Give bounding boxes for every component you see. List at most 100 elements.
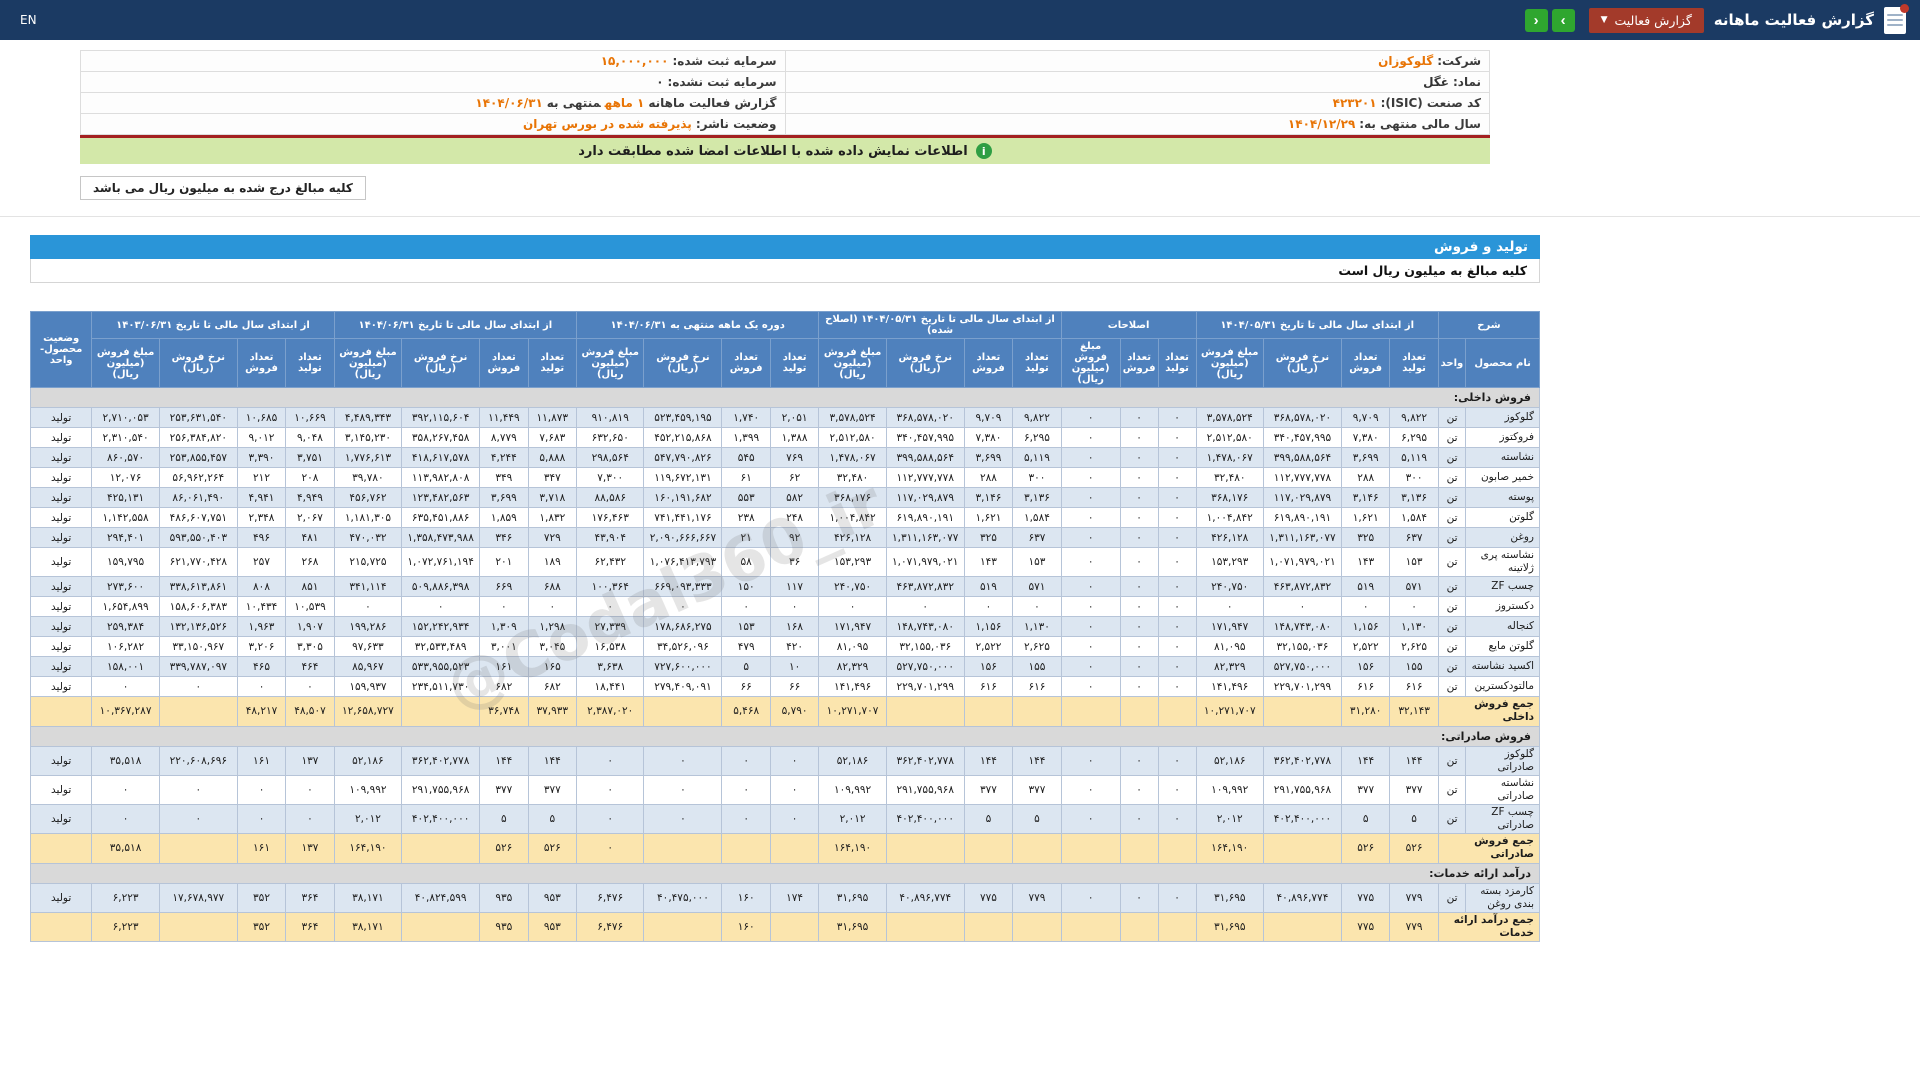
cell-value: ۳,۰۰۱ — [479, 636, 529, 658]
cell-value: ۳۶۲,۴۰۲,۷۷۸ — [885, 745, 965, 776]
report-type-dropdown[interactable]: گزارش فعالیت ▼ — [1588, 7, 1704, 33]
cell-value: ۴,۲۴۴ — [479, 447, 529, 468]
column-header: نرخ فروش (ریال) — [1262, 338, 1342, 388]
cell-value: ۳۶۲,۴۰۲,۷۷۸ — [1262, 745, 1342, 776]
cell-value — [401, 911, 481, 943]
info-label: سال مالی منتهی به: — [1359, 117, 1481, 131]
cell-value: ۰ — [1389, 596, 1439, 618]
cell-value: ۱۰,۲۷۱,۷۰۷ — [1195, 696, 1264, 727]
cell-value: ۵۳۳,۹۵۵,۵۲۳ — [401, 656, 481, 678]
info-label: کد صنعت (ISIC): — [1380, 96, 1481, 110]
cell-value: ۱۶۵ — [527, 656, 578, 678]
column-header: از ابتدای سال مالی تا تاریخ ۱۴۰۳/۰۶/۳۱ — [91, 311, 335, 339]
cell-value: ۳۹۲,۱۱۵,۶۰۴ — [401, 407, 481, 428]
cell-value — [1262, 696, 1342, 727]
company-info-cell: نماد:غگل — [784, 71, 1490, 93]
cell-value: ۹۱۰,۸۱۹ — [576, 407, 645, 428]
cell-value: ۱۴۳ — [963, 546, 1014, 578]
cell-unit: تن — [1437, 676, 1467, 698]
cell-value: ۰ — [1060, 596, 1121, 618]
banner-text: اطلاعات نمایش داده شده با اطلاعات امضا ش… — [578, 143, 968, 159]
cell-value: ۱۱,۴۴۹ — [479, 407, 529, 428]
column-header: تعداد فروش — [1340, 338, 1391, 388]
cell-value: ۰ — [1060, 774, 1121, 806]
cell-value: ۳۶ — [769, 546, 820, 578]
cell-value: ۰ — [1157, 546, 1197, 578]
cell-value: ۱,۳۰۹ — [479, 616, 529, 638]
cell-value — [401, 833, 481, 864]
cell-value: ۰ — [1119, 447, 1159, 468]
cell-value: ۰ — [1157, 527, 1197, 548]
cell-value: ۴۹۶ — [236, 527, 287, 548]
cell-value: ۶۱۶ — [963, 676, 1014, 698]
column-header: از ابتدای سال مالی تا تاریخ ۱۴۰۴/۰۶/۳۱ — [333, 311, 578, 339]
cell-value: ۸۲,۳۲۹ — [818, 656, 887, 678]
cell-value: ۲۵۷ — [236, 546, 287, 578]
cell-value: ۰ — [1060, 745, 1121, 776]
cell-value: ۸۶۰,۵۷۰ — [91, 447, 160, 468]
cell-value: ۰ — [1157, 803, 1197, 835]
cell-product-name: نشاسته صادراتی — [1465, 774, 1540, 806]
cell-value: ۲۰۱ — [479, 546, 529, 578]
cell-value: ۶۸۸ — [527, 576, 578, 598]
cell-value: ۲۵۶,۳۸۴,۸۲۰ — [158, 427, 238, 448]
company-info-row: شرکت:گلوکوزان سرمایه ثبت شده:۱۵,۰۰۰,۰۰۰ — [80, 50, 1490, 72]
cell-value: ۴,۹۴۹ — [285, 487, 335, 508]
cell-product-name: چسب ZF صادراتی — [1465, 803, 1540, 835]
table-row: چسب ZF صادراتی تن ۵ ۵ ۴۰۲,۴۰۰,۰۰۰ ۲,۰۱۲ ۰ ۰ ۰ ۵ ۵ ۴… — [29, 803, 1540, 835]
cell-product-name: جمع فروش صادراتی — [1437, 833, 1541, 864]
cell-value: ۱۵۵ — [1012, 656, 1062, 678]
cell-value: ۷۲۹ — [527, 527, 578, 548]
cell-value: ۰ — [1157, 427, 1197, 448]
column-header: تعداد تولید — [1157, 338, 1197, 388]
cell-value: ۶۶ — [721, 676, 771, 698]
cell-value: ۱۶۰,۱۹۱,۶۸۲ — [643, 487, 723, 508]
language-toggle-en[interactable]: EN — [14, 13, 43, 27]
cell-value: ۲,۳۸۷,۰۲۰ — [576, 696, 645, 727]
cell-unit: تن — [1437, 774, 1467, 806]
column-header: تعداد فروش — [479, 338, 529, 388]
cell-unit: تن — [1437, 882, 1467, 913]
cell-value: ۱۱۳,۹۸۲,۸۰۸ — [401, 467, 481, 488]
table-row: دکستروز تن ۰ ۰ ۰ ۰ ۰ ۰ ۰ ۰ ۰ ۰ ۰ ۰ ۰ ۰ ۰ ۰ ۰ ۰ ۰ ۱۰,۵۳۹ ۱۰,۴۳۴… — [29, 596, 1540, 618]
cell-value: ۹,۸۲۲ — [1012, 407, 1062, 428]
prev-report-button[interactable]: ‹ — [1524, 8, 1548, 32]
cell-value: ۱۱۲,۷۷۷,۷۷۸ — [885, 467, 965, 488]
report-body: تولید و فروش کلیه مبالغ به میلیون ریال ا… — [29, 235, 1541, 943]
cell-value: ۱۵۶ — [1340, 656, 1391, 678]
cell-value: ۳۱,۶۹۵ — [1195, 882, 1264, 913]
column-header: نرخ فروش (ریال) — [158, 338, 238, 388]
amounts-note-row: کلیه مبالغ درج شده به میلیون ریال می باش… — [80, 176, 1490, 200]
cell-value: ۰ — [769, 803, 820, 835]
cell-value: ۶۶ — [769, 676, 820, 698]
cell-value: ۲۲۰,۶۰۸,۶۹۶ — [158, 745, 238, 776]
cell-value: ۷,۶۸۳ — [527, 427, 578, 448]
cell-unit: تن — [1437, 507, 1467, 528]
cell-value: ۳,۱۳۶ — [1012, 487, 1062, 508]
cell-value: ۰ — [576, 745, 645, 776]
cell-value: ۰ — [1012, 596, 1062, 618]
cell-value: ۸۵,۹۶۷ — [333, 656, 403, 678]
next-report-button[interactable]: › — [1551, 8, 1575, 32]
cell-value: ۲,۳۱۰,۵۴۰ — [91, 427, 160, 448]
page-title: گزارش فعالیت ماهانه — [1713, 11, 1874, 29]
table-row: خمیر صابون تن ۳۰۰ ۲۸۸ ۱۱۲,۷۷۷,۷۷۸ ۳۲,۴۸۰ ۰ ۰ ۰ ۳۰… — [29, 467, 1540, 488]
cell-value: ۲۳۸ — [721, 507, 771, 528]
info-value: ۰ — [656, 75, 664, 89]
cell-value: ۱,۰۰۴,۸۴۲ — [818, 507, 887, 528]
cell-value: ۰ — [1157, 407, 1197, 428]
cell-value: ۶۱۶ — [1389, 676, 1439, 698]
column-header: از ابتدای سال مالی تا تاریخ ۱۴۰۴/۰۵/۳۱ — [1195, 311, 1439, 339]
cell-value: ۳۷۷ — [1012, 774, 1062, 806]
cell-product-name: چسب ZF — [1465, 576, 1540, 598]
cell-value: ۱۱۹,۶۷۲,۱۳۱ — [643, 467, 723, 488]
cell-unit: تن — [1437, 616, 1467, 638]
cell-value: ۰ — [1119, 507, 1159, 528]
info-value: ۱ ماهه — [604, 96, 645, 110]
cell-value: ۶۳۲,۶۵۰ — [576, 427, 645, 448]
cell-value: ۰ — [1060, 546, 1121, 578]
column-header: مبلغ فروش (میلیون ریال) — [91, 338, 160, 388]
topbar: گزارش فعالیت ماهانه گزارش فعالیت ▼ › ‹ E… — [0, 0, 1920, 40]
cell-value — [1157, 911, 1197, 943]
company-info-cell: سرمایه ثبت نشده:۰ — [80, 71, 786, 93]
